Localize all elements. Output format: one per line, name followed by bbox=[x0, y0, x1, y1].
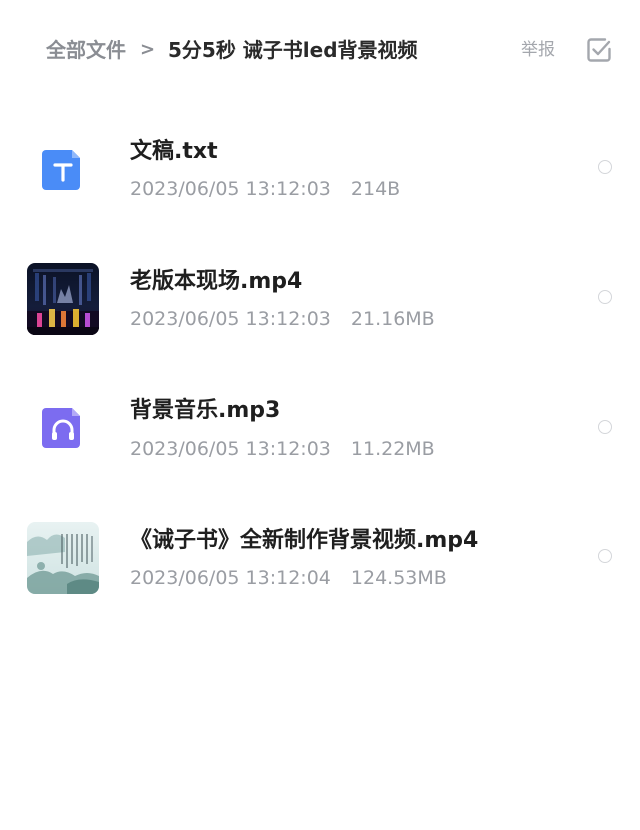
file-name: 背景音乐.mp3 bbox=[130, 398, 281, 423]
file-size: 124.53MB bbox=[350, 567, 447, 589]
breadcrumb-separator: > bbox=[140, 39, 156, 60]
file-name: 文稿.txt bbox=[130, 139, 218, 164]
header-bar: 全部文件 > 5分5秒 诫子书led背景视频 举报 bbox=[0, 0, 640, 100]
select-radio[interactable] bbox=[598, 549, 612, 563]
file-row[interactable]: 《诫子书》全新制作背景视频.mp4 2023/06/05 13:12:04 124… bbox=[0, 490, 640, 620]
file-meta: 2023/06/05 13:12:03 21.16MB bbox=[130, 306, 435, 332]
file-name: 《诫子书》全新制作背景视频.mp4 bbox=[130, 528, 479, 553]
file-size: 214B bbox=[350, 178, 401, 200]
file-size: 11.22MB bbox=[350, 438, 435, 460]
file-date: 2023/06/05 13:12:03 bbox=[130, 308, 331, 330]
file-meta: 2023/06/05 13:12:03 214B bbox=[130, 176, 400, 202]
breadcrumb-current-folder: 5分5秒 诫子书led背景视频 bbox=[168, 38, 418, 62]
file-row[interactable]: 背景音乐.mp3 2023/06/05 13:12:03 11.22MB bbox=[0, 360, 640, 490]
file-date: 2023/06/05 13:12:03 bbox=[130, 178, 331, 200]
audio-file-icon bbox=[27, 392, 99, 464]
select-radio[interactable] bbox=[598, 420, 612, 434]
report-button[interactable]: 举报 bbox=[521, 38, 555, 62]
select-radio[interactable] bbox=[598, 290, 612, 304]
file-row[interactable]: 文稿.txt 2023/06/05 13:12:03 214B bbox=[0, 100, 640, 230]
file-row[interactable]: 老版本现场.mp4 2023/06/05 13:12:03 21.16MB bbox=[0, 230, 640, 360]
video-thumbnail-landscape bbox=[27, 522, 99, 594]
file-date: 2023/06/05 13:12:04 bbox=[130, 567, 331, 589]
file-name: 老版本现场.mp4 bbox=[130, 269, 303, 294]
file-meta: 2023/06/05 13:12:03 11.22MB bbox=[130, 436, 435, 462]
file-browser-page: 全部文件 > 5分5秒 诫子书led背景视频 举报 文稿.txt 2023/06… bbox=[0, 0, 640, 830]
select-radio[interactable] bbox=[598, 160, 612, 174]
file-date: 2023/06/05 13:12:03 bbox=[130, 438, 331, 460]
breadcrumb-root[interactable]: 全部文件 bbox=[46, 36, 126, 64]
file-meta: 2023/06/05 13:12:04 124.53MB bbox=[130, 565, 447, 591]
text-file-icon bbox=[27, 134, 99, 206]
video-thumbnail-stage bbox=[27, 263, 99, 335]
select-all-checkbox-icon[interactable] bbox=[585, 36, 613, 64]
file-size: 21.16MB bbox=[350, 308, 435, 330]
